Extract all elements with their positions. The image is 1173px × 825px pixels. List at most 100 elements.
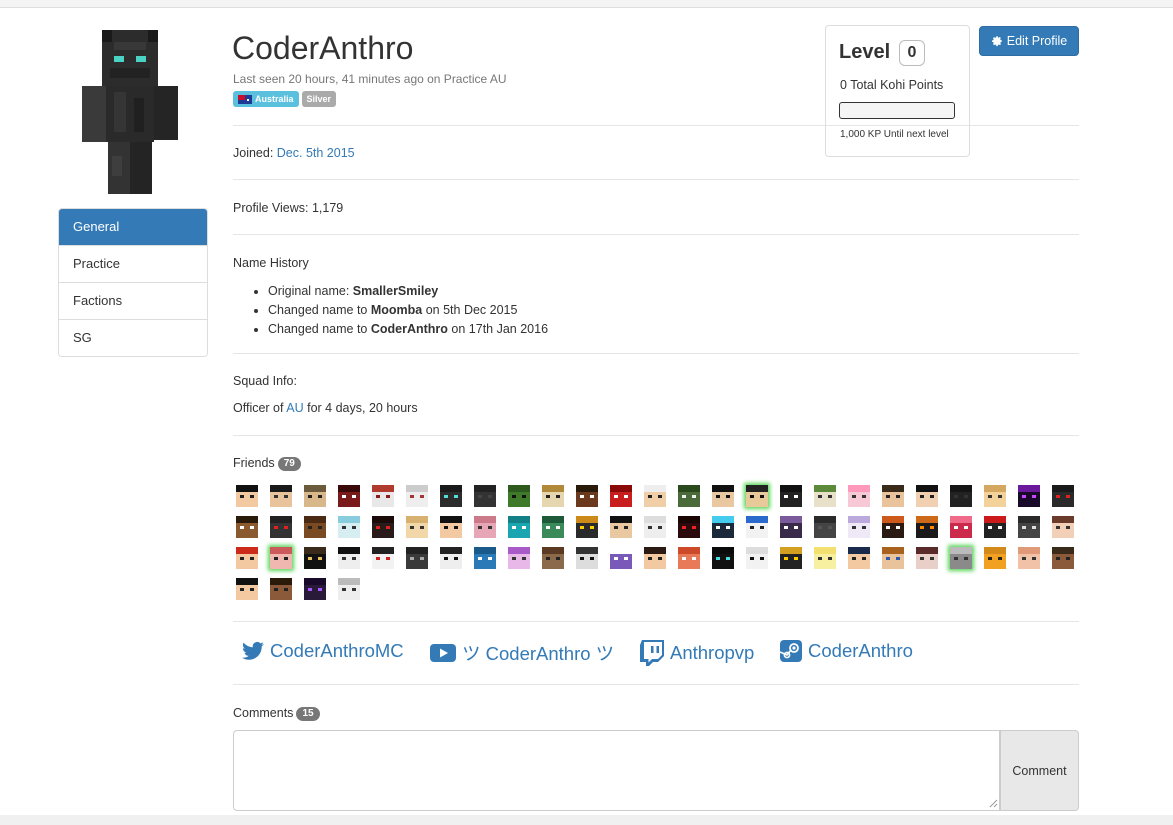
- friend-avatar[interactable]: [746, 547, 768, 569]
- friend-avatar[interactable]: [508, 485, 530, 507]
- friend-avatar[interactable]: [372, 516, 394, 538]
- friend-avatar[interactable]: [712, 547, 734, 569]
- friend-avatar[interactable]: [1052, 485, 1074, 507]
- friend-avatar[interactable]: [746, 485, 768, 507]
- friend-avatar[interactable]: [610, 516, 632, 538]
- friend-avatar[interactable]: [780, 547, 802, 569]
- friend-avatar[interactable]: [678, 547, 700, 569]
- friend-avatar[interactable]: [1018, 547, 1040, 569]
- friend-avatar-hair: [712, 516, 734, 523]
- sidebar-item-factions[interactable]: Factions: [59, 282, 207, 319]
- friend-avatar[interactable]: [508, 547, 530, 569]
- friend-avatar[interactable]: [270, 578, 292, 600]
- comment-input[interactable]: [233, 730, 1000, 811]
- friend-avatar[interactable]: [406, 516, 428, 538]
- friend-avatar[interactable]: [338, 547, 360, 569]
- friend-avatar[interactable]: [338, 485, 360, 507]
- friend-avatar[interactable]: [372, 547, 394, 569]
- comment-submit-button[interactable]: Comment: [1000, 730, 1079, 811]
- friend-avatar-eye: [522, 526, 526, 529]
- friend-avatar[interactable]: [440, 485, 462, 507]
- friend-avatar[interactable]: [440, 547, 462, 569]
- friend-avatar[interactable]: [678, 485, 700, 507]
- friend-avatar[interactable]: [644, 547, 666, 569]
- friend-avatar[interactable]: [236, 547, 258, 569]
- social-youtube-link[interactable]: ツ CoderAnthro ツ: [430, 640, 614, 666]
- friend-avatar[interactable]: [678, 516, 700, 538]
- friend-avatar[interactable]: [542, 516, 564, 538]
- friend-avatar[interactable]: [610, 485, 632, 507]
- friend-avatar[interactable]: [882, 516, 904, 538]
- friend-avatar[interactable]: [474, 485, 496, 507]
- friend-avatar[interactable]: [984, 485, 1006, 507]
- squad-link[interactable]: AU: [286, 401, 303, 415]
- edit-profile-button[interactable]: Edit Profile: [979, 26, 1079, 56]
- friend-avatar[interactable]: [236, 485, 258, 507]
- friend-avatar[interactable]: [236, 578, 258, 600]
- friend-avatar[interactable]: [814, 485, 836, 507]
- friend-avatar[interactable]: [814, 516, 836, 538]
- friend-avatar[interactable]: [984, 547, 1006, 569]
- social-twitter-link[interactable]: CoderAnthroMC: [242, 640, 404, 662]
- friend-avatar[interactable]: [950, 547, 972, 569]
- friend-avatar[interactable]: [916, 516, 938, 538]
- friend-avatar[interactable]: [848, 516, 870, 538]
- friend-avatar[interactable]: [882, 547, 904, 569]
- friend-avatar[interactable]: [916, 485, 938, 507]
- friend-avatar[interactable]: [712, 485, 734, 507]
- resize-handle-icon[interactable]: [988, 798, 998, 808]
- friend-avatar[interactable]: [950, 485, 972, 507]
- friend-avatar[interactable]: [746, 516, 768, 538]
- friend-avatar[interactable]: [950, 516, 972, 538]
- friend-avatar[interactable]: [304, 578, 326, 600]
- friend-avatar[interactable]: [610, 547, 632, 569]
- friend-avatar[interactable]: [406, 547, 428, 569]
- friend-avatar-eye: [240, 495, 244, 498]
- friend-avatar[interactable]: [848, 547, 870, 569]
- joined-date-link[interactable]: Dec. 5th 2015: [277, 146, 355, 160]
- friend-avatar[interactable]: [644, 485, 666, 507]
- friend-avatar[interactable]: [780, 485, 802, 507]
- friend-avatar[interactable]: [270, 485, 292, 507]
- friend-avatar[interactable]: [304, 516, 326, 538]
- friend-avatar[interactable]: [712, 516, 734, 538]
- friend-avatar[interactable]: [576, 485, 598, 507]
- friend-avatar-hair: [406, 547, 428, 554]
- friend-avatar[interactable]: [576, 516, 598, 538]
- friend-avatar[interactable]: [644, 516, 666, 538]
- sidebar-item-practice[interactable]: Practice: [59, 245, 207, 282]
- friend-avatar[interactable]: [1018, 516, 1040, 538]
- bottom-edge: [0, 815, 1173, 825]
- friend-avatar[interactable]: [848, 485, 870, 507]
- friend-avatar[interactable]: [440, 516, 462, 538]
- friend-avatar-eye: [410, 526, 414, 529]
- friend-avatar[interactable]: [542, 547, 564, 569]
- friend-avatar[interactable]: [1052, 516, 1074, 538]
- social-twitch-link[interactable]: Anthropvp: [640, 640, 754, 666]
- friend-avatar[interactable]: [814, 547, 836, 569]
- friend-avatar[interactable]: [474, 516, 496, 538]
- friend-avatar[interactable]: [882, 485, 904, 507]
- friend-avatar[interactable]: [304, 547, 326, 569]
- friend-avatar[interactable]: [338, 578, 360, 600]
- friend-avatar[interactable]: [576, 547, 598, 569]
- friend-avatar[interactable]: [984, 516, 1006, 538]
- friend-avatar[interactable]: [304, 485, 326, 507]
- friend-avatar[interactable]: [406, 485, 428, 507]
- friend-avatar[interactable]: [1018, 485, 1040, 507]
- friend-avatar[interactable]: [916, 547, 938, 569]
- friend-avatar[interactable]: [1052, 547, 1074, 569]
- friend-avatar[interactable]: [508, 516, 530, 538]
- friend-avatar[interactable]: [372, 485, 394, 507]
- friend-avatar[interactable]: [270, 547, 292, 569]
- friend-avatar[interactable]: [338, 516, 360, 538]
- sidebar-item-sg[interactable]: SG: [59, 319, 207, 356]
- sidebar-item-general[interactable]: General: [59, 209, 207, 245]
- social-steam-link[interactable]: CoderAnthro: [780, 640, 913, 662]
- friend-avatar-eye: [274, 588, 278, 591]
- friend-avatar[interactable]: [236, 516, 258, 538]
- friend-avatar[interactable]: [542, 485, 564, 507]
- friend-avatar[interactable]: [780, 516, 802, 538]
- friend-avatar[interactable]: [270, 516, 292, 538]
- friend-avatar[interactable]: [474, 547, 496, 569]
